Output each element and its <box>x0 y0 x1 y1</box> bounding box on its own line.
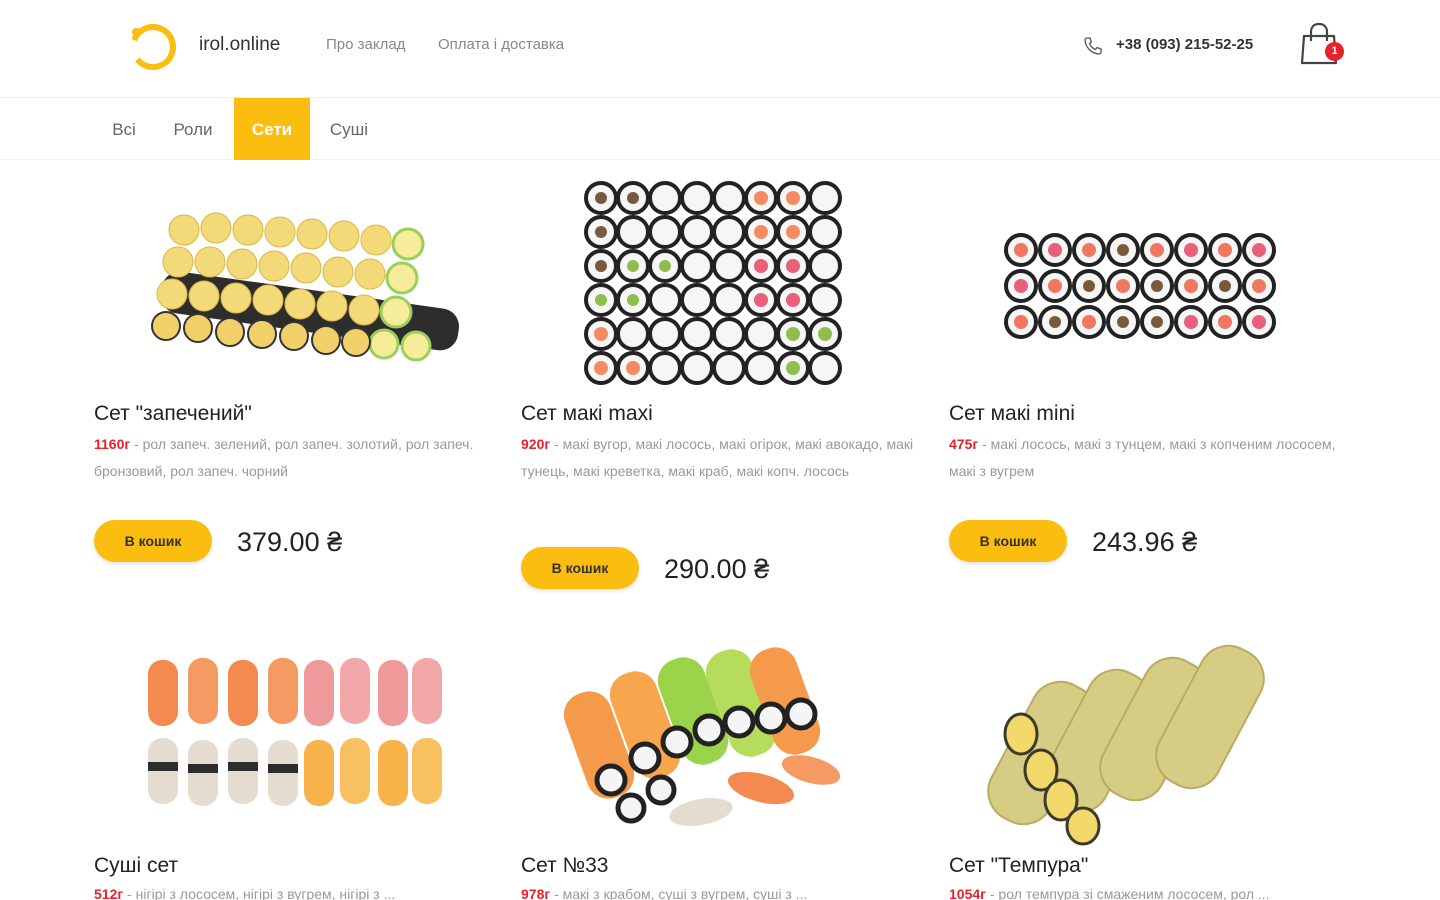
product-card: Суші сет 512г - нігірі з лососем, нігірі… <box>94 630 494 900</box>
product-title[interactable]: Сет "запечений" <box>94 402 252 426</box>
product-description: 920г - макі вугор, макі лосось, макі огі… <box>521 431 921 485</box>
product-card: Сет макі maxi 920г - макі вугор, макі ло… <box>521 170 921 600</box>
nav-about-link[interactable]: Про заклад <box>326 36 405 53</box>
phone-number[interactable]: +38 (093) 215-52-25 <box>1116 36 1253 53</box>
product-description: 475г - макі лосось, макі з тунцем, макі … <box>949 431 1349 485</box>
product-weight: 1054г <box>949 886 986 900</box>
product-title[interactable]: Сет "Темпура" <box>949 854 1088 878</box>
nav-delivery-link[interactable]: Оплата і доставка <box>438 36 564 53</box>
product-card: Сет №33 978г - макі з крабом, суші з вуг… <box>521 630 921 900</box>
tab-sushi[interactable]: Суші <box>316 98 382 160</box>
product-image[interactable] <box>949 170 1349 390</box>
cart-count-badge[interactable]: 1 <box>1325 42 1344 61</box>
product-title[interactable]: Сет №33 <box>521 854 609 878</box>
tab-sets[interactable]: Сети <box>234 98 310 160</box>
product-weight: 978г <box>521 886 551 900</box>
product-image[interactable] <box>949 630 1349 850</box>
product-price: 379.00 ₴ <box>237 527 343 557</box>
product-price: 290.00 ₴ <box>664 554 770 584</box>
tab-rolls[interactable]: Роли <box>160 98 226 160</box>
logo-icon[interactable] <box>124 18 180 74</box>
product-ingredients: - макі з крабом, суші з вугрем, суші з .… <box>550 886 808 900</box>
add-to-cart-button[interactable]: В кошик <box>521 547 639 589</box>
brand-name[interactable]: irol.online <box>199 34 280 56</box>
product-title[interactable]: Суші сет <box>94 854 178 878</box>
product-weight: 920г <box>521 436 551 452</box>
product-image[interactable] <box>521 170 921 390</box>
add-to-cart-button[interactable]: В кошик <box>94 520 212 562</box>
product-ingredients: - рол запеч. зелений, рол запеч. золотий… <box>94 436 474 479</box>
product-image[interactable] <box>94 630 494 850</box>
site-header: irol.online Про заклад Оплата і доставка… <box>0 0 1440 98</box>
product-description: 1054г - рол темпура зі смаженим лососем,… <box>949 881 1349 900</box>
product-price: 243.96 ₴ <box>1092 527 1198 557</box>
tab-all[interactable]: Всі <box>98 98 150 160</box>
add-to-cart-button[interactable]: В кошик <box>949 520 1067 562</box>
product-description: 1160г - рол запеч. зелений, рол запеч. з… <box>94 431 494 485</box>
phone-icon <box>1084 37 1102 55</box>
product-ingredients: - рол темпура зі смаженим лососем, рол .… <box>985 886 1270 900</box>
product-ingredients: - нігірі з лососем, нігірі з вугрем, ніг… <box>123 886 396 900</box>
product-image[interactable] <box>521 630 921 850</box>
product-ingredients: - макі вугор, макі лосось, макі огірок, … <box>521 436 914 479</box>
product-title[interactable]: Сет макі mini <box>949 402 1075 426</box>
product-title[interactable]: Сет макі maxi <box>521 402 653 426</box>
product-weight: 512г <box>94 886 124 900</box>
product-card: Сет "Темпура" 1054г - рол темпура зі сма… <box>949 630 1349 900</box>
product-weight: 1160г <box>94 436 131 452</box>
product-description: 512г - нігірі з лососем, нігірі з вугрем… <box>94 881 494 900</box>
category-tabs: Всі Роли Сети Суші <box>0 98 1440 160</box>
product-image[interactable] <box>94 170 494 390</box>
product-weight: 475г <box>949 436 979 452</box>
product-card: Сет "запечений" 1160г - рол запеч. зелен… <box>94 170 494 590</box>
product-ingredients: - макі лосось, макі з тунцем, макі з коп… <box>949 436 1336 479</box>
product-description: 978г - макі з крабом, суші з вугрем, суш… <box>521 881 921 900</box>
product-card: Сет макі mini 475г - макі лосось, макі з… <box>949 170 1349 590</box>
